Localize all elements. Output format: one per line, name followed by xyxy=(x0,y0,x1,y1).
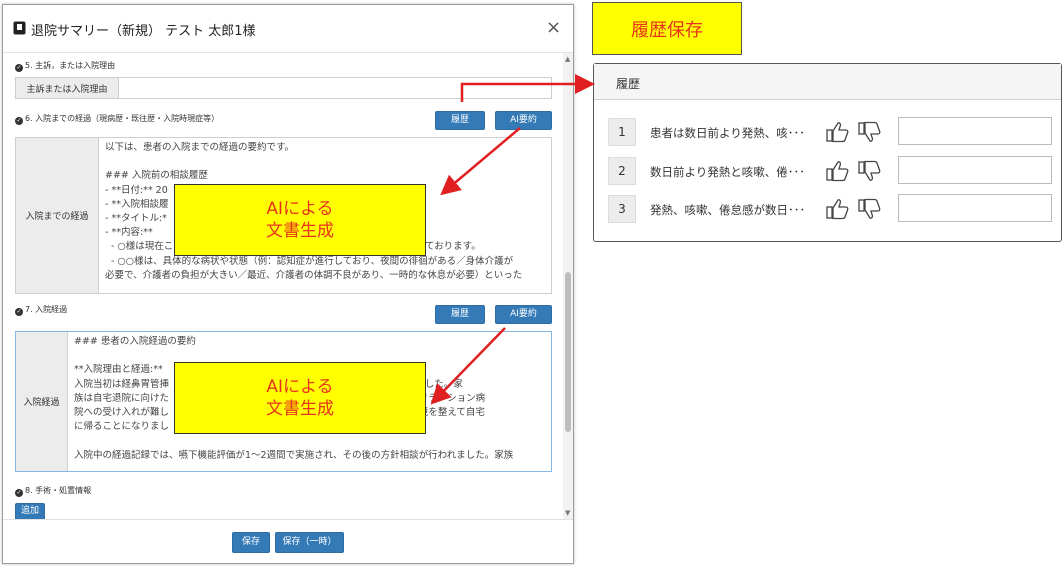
history-comment-input[interactable] xyxy=(898,156,1052,184)
history-comment-input[interactable] xyxy=(898,194,1052,222)
overlay-line-1: AIによる xyxy=(266,199,334,219)
history-row-number: 3 xyxy=(608,195,636,223)
check-circle-icon: ✓ xyxy=(15,489,23,497)
thumbs-down-icon[interactable] xyxy=(858,121,882,143)
history-panel-header: 履歴 xyxy=(594,64,1061,100)
overlay-line-2: 文書生成 xyxy=(266,221,334,241)
ai-summary-button-s6[interactable]: AI要約 xyxy=(495,111,552,130)
history-panel: 履歴 1 患者は数日前より発熱、咳･･･ 2 数日前より発熱と咳嗽、倦･･･ 3… xyxy=(593,63,1062,242)
history-row-text[interactable]: 数日前より発熱と咳嗽、倦･･･ xyxy=(650,164,805,180)
ai-generation-overlay-1: AIによる 文書生成 xyxy=(174,184,426,256)
history-row-text[interactable]: 発熱、咳嗽、倦怠感が数日･･･ xyxy=(650,202,805,218)
history-button-s7[interactable]: 履歴 xyxy=(435,305,485,324)
scrollbar-thumb[interactable] xyxy=(565,272,571,432)
modal-header: 退院サマリー（新規） テスト 太郎1様 × xyxy=(3,5,573,53)
modal-body: ✓ 5. 主訴，または入院理由 主訴または入院理由 ✓ 6. 入院までの経過（現病歴… xyxy=(3,53,573,519)
section-5-label: ✓ 5. 主訴，または入院理由 xyxy=(15,61,116,72)
ai-summary-button-s7[interactable]: AI要約 xyxy=(495,305,552,324)
history-row-text[interactable]: 患者は数日前より発熱、咳･･･ xyxy=(650,125,805,141)
history-button-s6[interactable]: 履歴 xyxy=(435,111,485,130)
add-procedure-button[interactable]: 追加 xyxy=(15,503,45,519)
chief-complaint-field: 主訴または入院理由 xyxy=(15,77,552,99)
section-8-label: ✓ 8. 手術・処置情報 xyxy=(15,486,92,497)
chief-complaint-input[interactable] xyxy=(119,78,551,98)
thumbs-up-icon[interactable] xyxy=(826,198,850,220)
history-save-annotation: 履歴保存 xyxy=(592,2,742,55)
ai-generation-overlay-2: AIによる 文書生成 xyxy=(174,362,426,434)
thumbs-down-icon[interactable] xyxy=(858,198,882,220)
modal-title: 退院サマリー（新規） テスト 太郎1様 xyxy=(31,24,256,39)
history-row[interactable]: 1 患者は数日前より発熱、咳･･･ xyxy=(608,117,1053,146)
discharge-summary-modal: 退院サマリー（新規） テスト 太郎1様 × ✓ 5. 主訴，または入院理由 主訴ま… xyxy=(2,4,574,564)
thumbs-down-icon[interactable] xyxy=(858,160,882,182)
check-circle-icon: ✓ xyxy=(15,117,23,125)
overlay-line-2: 文書生成 xyxy=(266,399,334,419)
section-6-label: ✓ 6. 入院までの経過（現病歴・既往歴・入院時現症等） xyxy=(15,114,220,125)
section-7-label: ✓ 7. 入院経過 xyxy=(15,305,68,316)
thumbs-up-icon[interactable] xyxy=(826,121,850,143)
thumbs-up-icon[interactable] xyxy=(826,160,850,182)
save-button[interactable]: 保存 xyxy=(232,532,270,553)
pre-admission-course-label: 入院までの経過 xyxy=(16,138,99,293)
history-row[interactable]: 3 発熱、咳嗽、倦怠感が数日･･･ xyxy=(608,194,1053,223)
scroll-down-icon[interactable]: ▼ xyxy=(565,509,570,517)
history-row[interactable]: 2 数日前より発熱と咳嗽、倦･･･ xyxy=(608,156,1053,185)
close-icon[interactable]: × xyxy=(546,17,561,38)
history-row-number: 2 xyxy=(608,157,636,185)
overlay-line-1: AIによる xyxy=(266,377,334,397)
history-comment-input[interactable] xyxy=(898,117,1052,145)
scroll-up-icon[interactable]: ▲ xyxy=(565,55,570,63)
save-temporary-button[interactable]: 保存（一時） xyxy=(275,532,344,553)
chief-complaint-label: 主訴または入院理由 xyxy=(16,78,119,98)
modal-footer: 保存 保存（一時） xyxy=(3,519,573,563)
document-icon xyxy=(13,21,26,35)
check-circle-icon: ✓ xyxy=(15,308,23,316)
check-circle-icon: ✓ xyxy=(15,64,23,72)
history-panel-title: 履歴 xyxy=(616,77,641,91)
hospital-course-label: 入院経過 xyxy=(16,332,68,471)
history-row-number: 1 xyxy=(608,118,636,146)
